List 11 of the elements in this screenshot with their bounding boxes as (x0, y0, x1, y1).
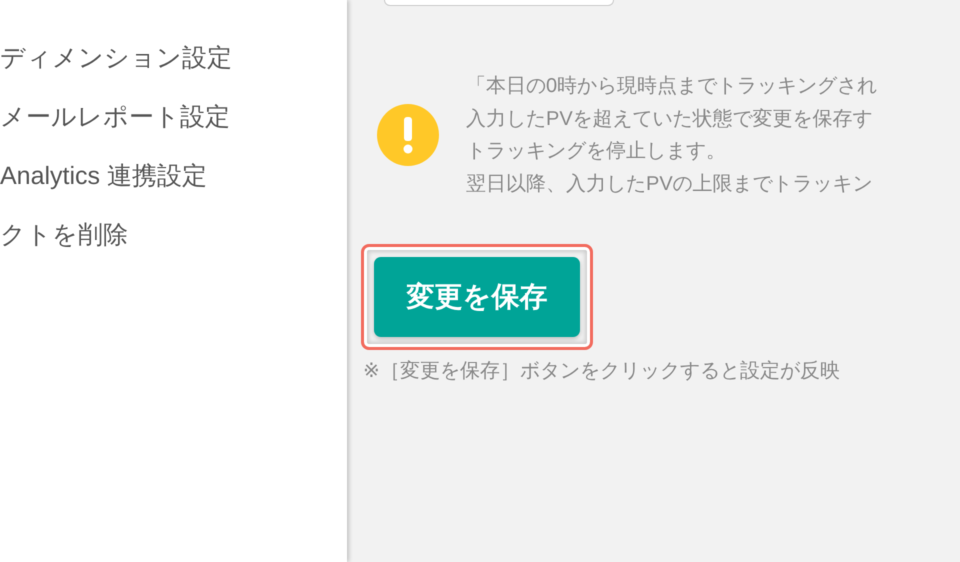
warning-icon (377, 104, 439, 166)
sidebar-item[interactable]: Analytics 連携設定 (0, 147, 347, 206)
sidebar-item[interactable]: メールレポート設定 (0, 88, 347, 147)
sidebar-item[interactable]: クトを削除 (0, 206, 347, 265)
input-field[interactable] (384, 0, 614, 6)
notice-text: トラッキングを停止します。 (466, 139, 727, 164)
sidebar-item[interactable]: ディメンション設定 (0, 29, 347, 88)
notice-text: 「本日の0時から現時点までトラッキングされ (466, 74, 878, 99)
footnote-text: ※［変更を保存］ボタンをクリックすると設定が反映 (363, 359, 841, 384)
notice-text: 翌日以降、入力したPVの上限までトラッキン (466, 172, 874, 196)
notice-text: 入力したPVを超えていた状態で変更を保存す (466, 106, 874, 132)
